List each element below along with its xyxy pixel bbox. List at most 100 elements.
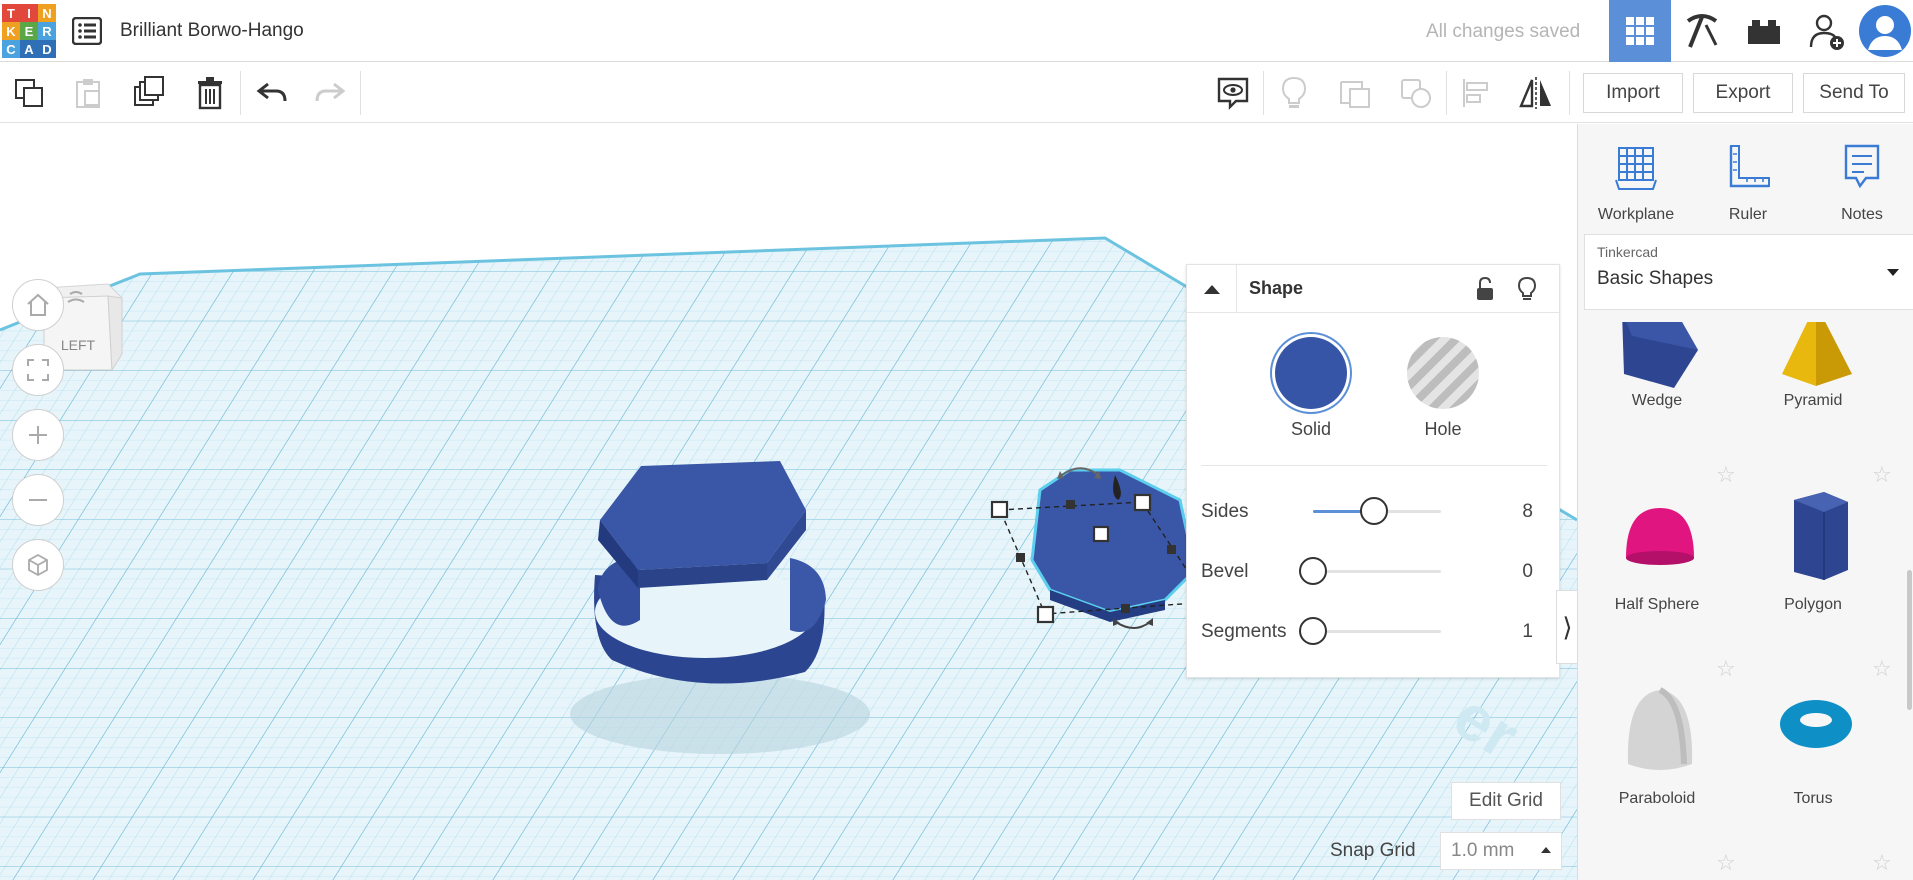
- mirror-icon: [1519, 77, 1551, 109]
- caret-up-icon: [1541, 847, 1551, 853]
- favorite-star-icon[interactable]: ☆: [1716, 462, 1736, 488]
- notes-label: Notes: [1841, 206, 1883, 223]
- duplicate-icon: [134, 76, 164, 106]
- segments-slider-thumb[interactable]: [1299, 617, 1327, 645]
- panel-scrollbar[interactable]: [1907, 570, 1912, 710]
- sides-value[interactable]: 8: [1522, 501, 1533, 523]
- half-sphere-icon: [1626, 508, 1694, 565]
- bricks-view-button[interactable]: [1733, 0, 1795, 62]
- show-hints-button[interactable]: [1274, 73, 1314, 113]
- shape-library-select[interactable]: Tinkercad Basic Shapes: [1584, 234, 1913, 310]
- bevel-slider-thumb[interactable]: [1299, 557, 1327, 585]
- hole-label: Hole: [1424, 419, 1462, 439]
- logo-letter: R: [38, 22, 56, 40]
- design-list-button[interactable]: [71, 16, 103, 46]
- home-view-button[interactable]: [12, 279, 64, 331]
- pickaxe-icon: [1686, 14, 1718, 48]
- bevel-slider[interactable]: [1299, 557, 1441, 585]
- brick-icon: [1748, 20, 1780, 44]
- solid-swatch[interactable]: [1275, 337, 1347, 409]
- group-icon: [1340, 81, 1370, 108]
- viewcube-face-label: LEFT: [61, 337, 96, 353]
- lightbulb-icon: [1517, 276, 1537, 300]
- segments-value[interactable]: 1: [1522, 621, 1533, 643]
- user-avatar[interactable]: [1857, 0, 1913, 62]
- shape-tile-wedge[interactable]: Wedge: [1582, 322, 1732, 492]
- toolbar-divider: [240, 71, 241, 115]
- shape-hint-button[interactable]: [1513, 275, 1541, 303]
- shape-tile-torus[interactable]: Torus: [1738, 680, 1888, 870]
- favorite-star-icon[interactable]: ☆: [1872, 656, 1892, 682]
- shape-tile-half-sphere[interactable]: Half Sphere: [1582, 486, 1732, 676]
- add-user-icon: [1809, 14, 1844, 50]
- notes-tool[interactable]: Notes: [1812, 136, 1912, 236]
- inspector-collapse-button[interactable]: [1187, 265, 1237, 313]
- toolbar-divider: [1569, 71, 1570, 115]
- edit-grid-button[interactable]: Edit Grid: [1451, 782, 1561, 820]
- bevel-value[interactable]: 0: [1522, 561, 1533, 583]
- lock-button[interactable]: [1471, 275, 1499, 303]
- favorite-star-icon[interactable]: ☆: [1716, 656, 1736, 682]
- hole-swatch[interactable]: [1407, 337, 1479, 409]
- tinkercad-logo[interactable]: T I N K E R C A D: [2, 4, 56, 60]
- library-source: Tinkercad: [1597, 244, 1658, 260]
- paste-button[interactable]: [68, 73, 108, 113]
- notes-visibility-button[interactable]: [1213, 73, 1253, 113]
- projection-toggle-button[interactable]: [12, 539, 64, 591]
- import-button[interactable]: Import: [1583, 73, 1683, 113]
- toolbar-divider: [360, 71, 361, 115]
- inspector-divider: [1201, 465, 1547, 466]
- redo-icon: [315, 82, 346, 102]
- favorite-star-icon[interactable]: ☆: [1716, 850, 1736, 876]
- snap-grid-select[interactable]: 1.0 mm: [1440, 832, 1562, 870]
- favorite-star-icon[interactable]: ☆: [1872, 462, 1892, 488]
- edit-toolbar: Import Export Send To: [0, 63, 1913, 123]
- workplane-tool[interactable]: Workplane: [1586, 136, 1686, 236]
- plus-icon: [29, 426, 47, 444]
- shape-tile-pyramid[interactable]: Pyramid: [1738, 322, 1888, 492]
- ungroup-button[interactable]: [1396, 73, 1436, 113]
- favorite-star-icon[interactable]: ☆: [1872, 850, 1892, 876]
- sides-slider-thumb[interactable]: [1360, 497, 1389, 525]
- zoom-in-button[interactable]: [12, 409, 64, 461]
- sides-slider[interactable]: [1313, 497, 1441, 525]
- solid-option[interactable]: Solid: [1271, 337, 1351, 440]
- logo-letter: K: [2, 22, 20, 40]
- duplicate-button[interactable]: [129, 73, 169, 113]
- 3d-design-view-button[interactable]: [1609, 0, 1671, 62]
- send-to-button[interactable]: Send To: [1803, 73, 1905, 113]
- redo-button[interactable]: [310, 73, 350, 113]
- hole-option[interactable]: Hole: [1403, 337, 1483, 440]
- ruler-tool[interactable]: Ruler: [1698, 136, 1798, 236]
- undo-button[interactable]: [252, 73, 292, 113]
- zoom-out-button[interactable]: [12, 474, 64, 526]
- shapes-grid: Wedge Pyramid ☆ ☆ Half Sphere Polygon ☆ …: [1578, 322, 1913, 880]
- shape-tile-polygon[interactable]: Polygon: [1738, 486, 1888, 676]
- panel-collapse-tab[interactable]: ⟩: [1556, 590, 1577, 664]
- paste-icon: [76, 79, 100, 108]
- logo-letter: I: [20, 4, 38, 22]
- pyramid-icon: [1782, 322, 1852, 386]
- 3d-viewport[interactable]: er LEFT Shape Solid Hole Sides 8 Bevel 0…: [0, 124, 1577, 880]
- delete-button[interactable]: [190, 73, 230, 113]
- grid-icon: [1626, 17, 1654, 45]
- copy-icon: [15, 79, 43, 107]
- export-button[interactable]: Export: [1693, 73, 1793, 113]
- fit-icon: [27, 359, 49, 381]
- bevel-param: Bevel 0: [1201, 551, 1547, 591]
- shape-tile-paraboloid[interactable]: Paraboloid: [1582, 680, 1732, 870]
- invite-user-button[interactable]: [1795, 0, 1857, 62]
- mirror-button[interactable]: [1516, 73, 1556, 113]
- wedge-icon: [1622, 322, 1698, 388]
- snap-grid-label: Snap Grid: [1330, 840, 1416, 861]
- fit-view-button[interactable]: [12, 344, 64, 396]
- unlock-icon: [1477, 277, 1493, 300]
- shape-label: Half Sphere: [1614, 596, 1700, 613]
- blocks-view-button[interactable]: [1671, 0, 1733, 62]
- group-button[interactable]: [1335, 73, 1375, 113]
- segments-label: Segments: [1201, 621, 1287, 642]
- copy-button[interactable]: [9, 73, 49, 113]
- align-button[interactable]: [1456, 73, 1496, 113]
- project-title[interactable]: Brilliant Borwo-Hango: [120, 20, 304, 42]
- segments-slider[interactable]: [1299, 617, 1441, 645]
